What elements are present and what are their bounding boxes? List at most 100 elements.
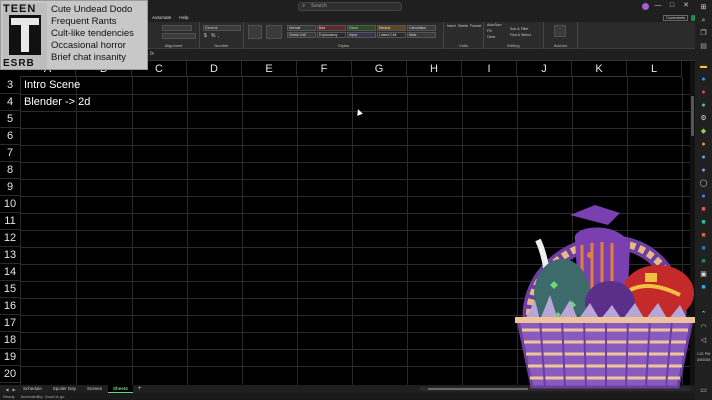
delete-cells-button[interactable]: Delete [458, 24, 468, 28]
row-header-16[interactable]: 16 [0, 298, 20, 315]
style-linked-cell[interactable]: Linked Cell [377, 32, 406, 38]
row-header-8[interactable]: 8 [0, 162, 20, 179]
sheet-tab-spoiler-day[interactable]: Spoiler Day [48, 385, 81, 393]
app-icon-blue[interactable]: ● [699, 153, 708, 162]
start-icon[interactable]: ⊞ [699, 3, 708, 12]
minimize-button[interactable]: — [653, 1, 663, 11]
row-header-6[interactable]: 6 [0, 128, 20, 145]
app-icon-cyan[interactable]: ■ [699, 283, 708, 292]
discord-icon[interactable]: ● [699, 192, 708, 201]
fill-button[interactable]: Fill [487, 29, 491, 33]
column-header-h[interactable]: H [407, 61, 462, 77]
app-icon-red-2[interactable]: ■ [699, 205, 708, 214]
app-icon-green[interactable]: ● [699, 101, 708, 110]
comma-icon[interactable]: , [218, 33, 219, 39]
style-good[interactable]: Good [347, 25, 376, 31]
comments-button[interactable]: Comments [662, 15, 689, 21]
volume-icon[interactable]: ◁ [699, 336, 708, 345]
fx-icon[interactable]: fx [150, 51, 154, 57]
format-as-table-button[interactable] [266, 25, 282, 39]
style-normal[interactable]: Normal [287, 25, 316, 31]
close-button[interactable]: ✕ [681, 1, 691, 11]
search-input[interactable]: ⌕ Search [298, 2, 402, 11]
file-explorer-icon[interactable]: ▬ [699, 62, 708, 71]
column-header-l[interactable]: L [627, 61, 682, 77]
row-header-18[interactable]: 18 [0, 332, 20, 349]
row-header-17[interactable]: 17 [0, 315, 20, 332]
sheet-tab-sheet4[interactable]: Sheet4 [108, 385, 133, 393]
style-check-cell[interactable]: Check Cell [287, 32, 316, 38]
menu-automate[interactable]: Automate [152, 14, 171, 22]
clear-button[interactable]: Clear [487, 35, 495, 39]
row-header-9[interactable]: 9 [0, 179, 20, 196]
prev-sheet-icon[interactable]: ◀ [4, 387, 10, 392]
row-header-20[interactable]: 20 [0, 366, 20, 383]
settings-icon[interactable]: ⚙ [699, 114, 708, 123]
accessibility-status[interactable]: Accessibility: Good to go [21, 393, 65, 400]
search-icon[interactable]: ⌕ [699, 16, 708, 25]
insert-cells-button[interactable]: Insert [447, 24, 456, 28]
sheet-tab-schedule[interactable]: Schedule [18, 385, 47, 393]
column-header-e[interactable]: E [242, 61, 297, 77]
number-format-select[interactable]: General [203, 25, 241, 31]
task-view-icon[interactable]: ❐ [699, 29, 708, 38]
row-header-3[interactable]: 3 [0, 77, 20, 94]
sort-filter-button[interactable]: Sort & Filter [510, 27, 528, 31]
style-explanatory[interactable]: Explanatory [317, 32, 346, 38]
conditional-formatting-button[interactable] [248, 25, 262, 39]
maximize-button[interactable]: □ [667, 1, 677, 11]
row-header-14[interactable]: 14 [0, 264, 20, 281]
widgets-icon[interactable]: ▤ [699, 42, 708, 51]
row-header-12[interactable]: 12 [0, 230, 20, 247]
column-header-j[interactable]: J [517, 61, 572, 77]
style-input[interactable]: Input [347, 32, 376, 38]
row-header-10[interactable]: 10 [0, 196, 20, 213]
find-select-button[interactable]: Find & Select [510, 33, 531, 37]
style-note[interactable]: Note [407, 32, 436, 38]
style-calculation[interactable]: Calculation [407, 25, 436, 31]
row-header-7[interactable]: 7 [0, 145, 20, 162]
column-header-d[interactable]: D [187, 61, 242, 77]
notification-icon[interactable]: ▭ [699, 386, 708, 395]
app-icon-red[interactable]: ● [699, 88, 708, 97]
merge-center-button[interactable] [162, 33, 196, 39]
cell-a3[interactable]: Intro Scene [24, 77, 80, 94]
format-cells-button[interactable]: Format [470, 24, 481, 28]
scroll-thumb[interactable] [691, 96, 694, 136]
wrap-text-button[interactable] [162, 25, 192, 31]
app-icon-gray[interactable]: ▣ [699, 270, 708, 279]
next-sheet-icon[interactable]: ▶ [11, 387, 17, 392]
sheet-tab-scenes[interactable]: Scenes [82, 385, 107, 393]
app-icon-orange-2[interactable]: ■ [699, 231, 708, 240]
column-header-i[interactable]: I [462, 61, 517, 77]
app-icon-teal[interactable]: ■ [699, 218, 708, 227]
style-neutral[interactable]: Neutral [377, 25, 406, 31]
excel-icon[interactable]: ■ [699, 257, 708, 266]
add-sheet-button[interactable]: + [134, 386, 146, 392]
row-header-11[interactable]: 11 [0, 213, 20, 230]
chevron-up-icon[interactable]: ⌃ [699, 310, 708, 319]
cell-a4[interactable]: Blender -> 2d [24, 94, 90, 111]
menu-help[interactable]: Help [179, 14, 188, 22]
row-header-4[interactable]: 4 [0, 94, 20, 111]
autosum-button[interactable]: AutoSum [487, 23, 501, 27]
column-header-k[interactable]: K [572, 61, 627, 77]
row-header-19[interactable]: 19 [0, 349, 20, 366]
column-header-g[interactable]: G [352, 61, 407, 77]
avatar[interactable] [642, 2, 649, 10]
app-icon-orange[interactable]: ● [699, 140, 708, 149]
app-icon-blue-2[interactable]: ■ [699, 244, 708, 253]
app-icon-lime[interactable]: ◆ [699, 127, 708, 136]
addins-icon[interactable] [554, 25, 566, 37]
percent-icon[interactable]: % [211, 33, 215, 39]
row-header-13[interactable]: 13 [0, 247, 20, 264]
app-icon-purple[interactable]: ● [699, 166, 708, 175]
row-header-15[interactable]: 15 [0, 281, 20, 298]
app-icon-white[interactable]: ◯ [699, 179, 708, 188]
row-header-5[interactable]: 5 [0, 111, 20, 128]
wifi-icon[interactable]: ◠ [699, 323, 708, 332]
style-bad[interactable]: Bad [317, 25, 346, 31]
column-header-f[interactable]: F [297, 61, 352, 77]
currency-icon[interactable]: $ [204, 33, 207, 39]
edge-icon[interactable]: ● [699, 75, 708, 84]
